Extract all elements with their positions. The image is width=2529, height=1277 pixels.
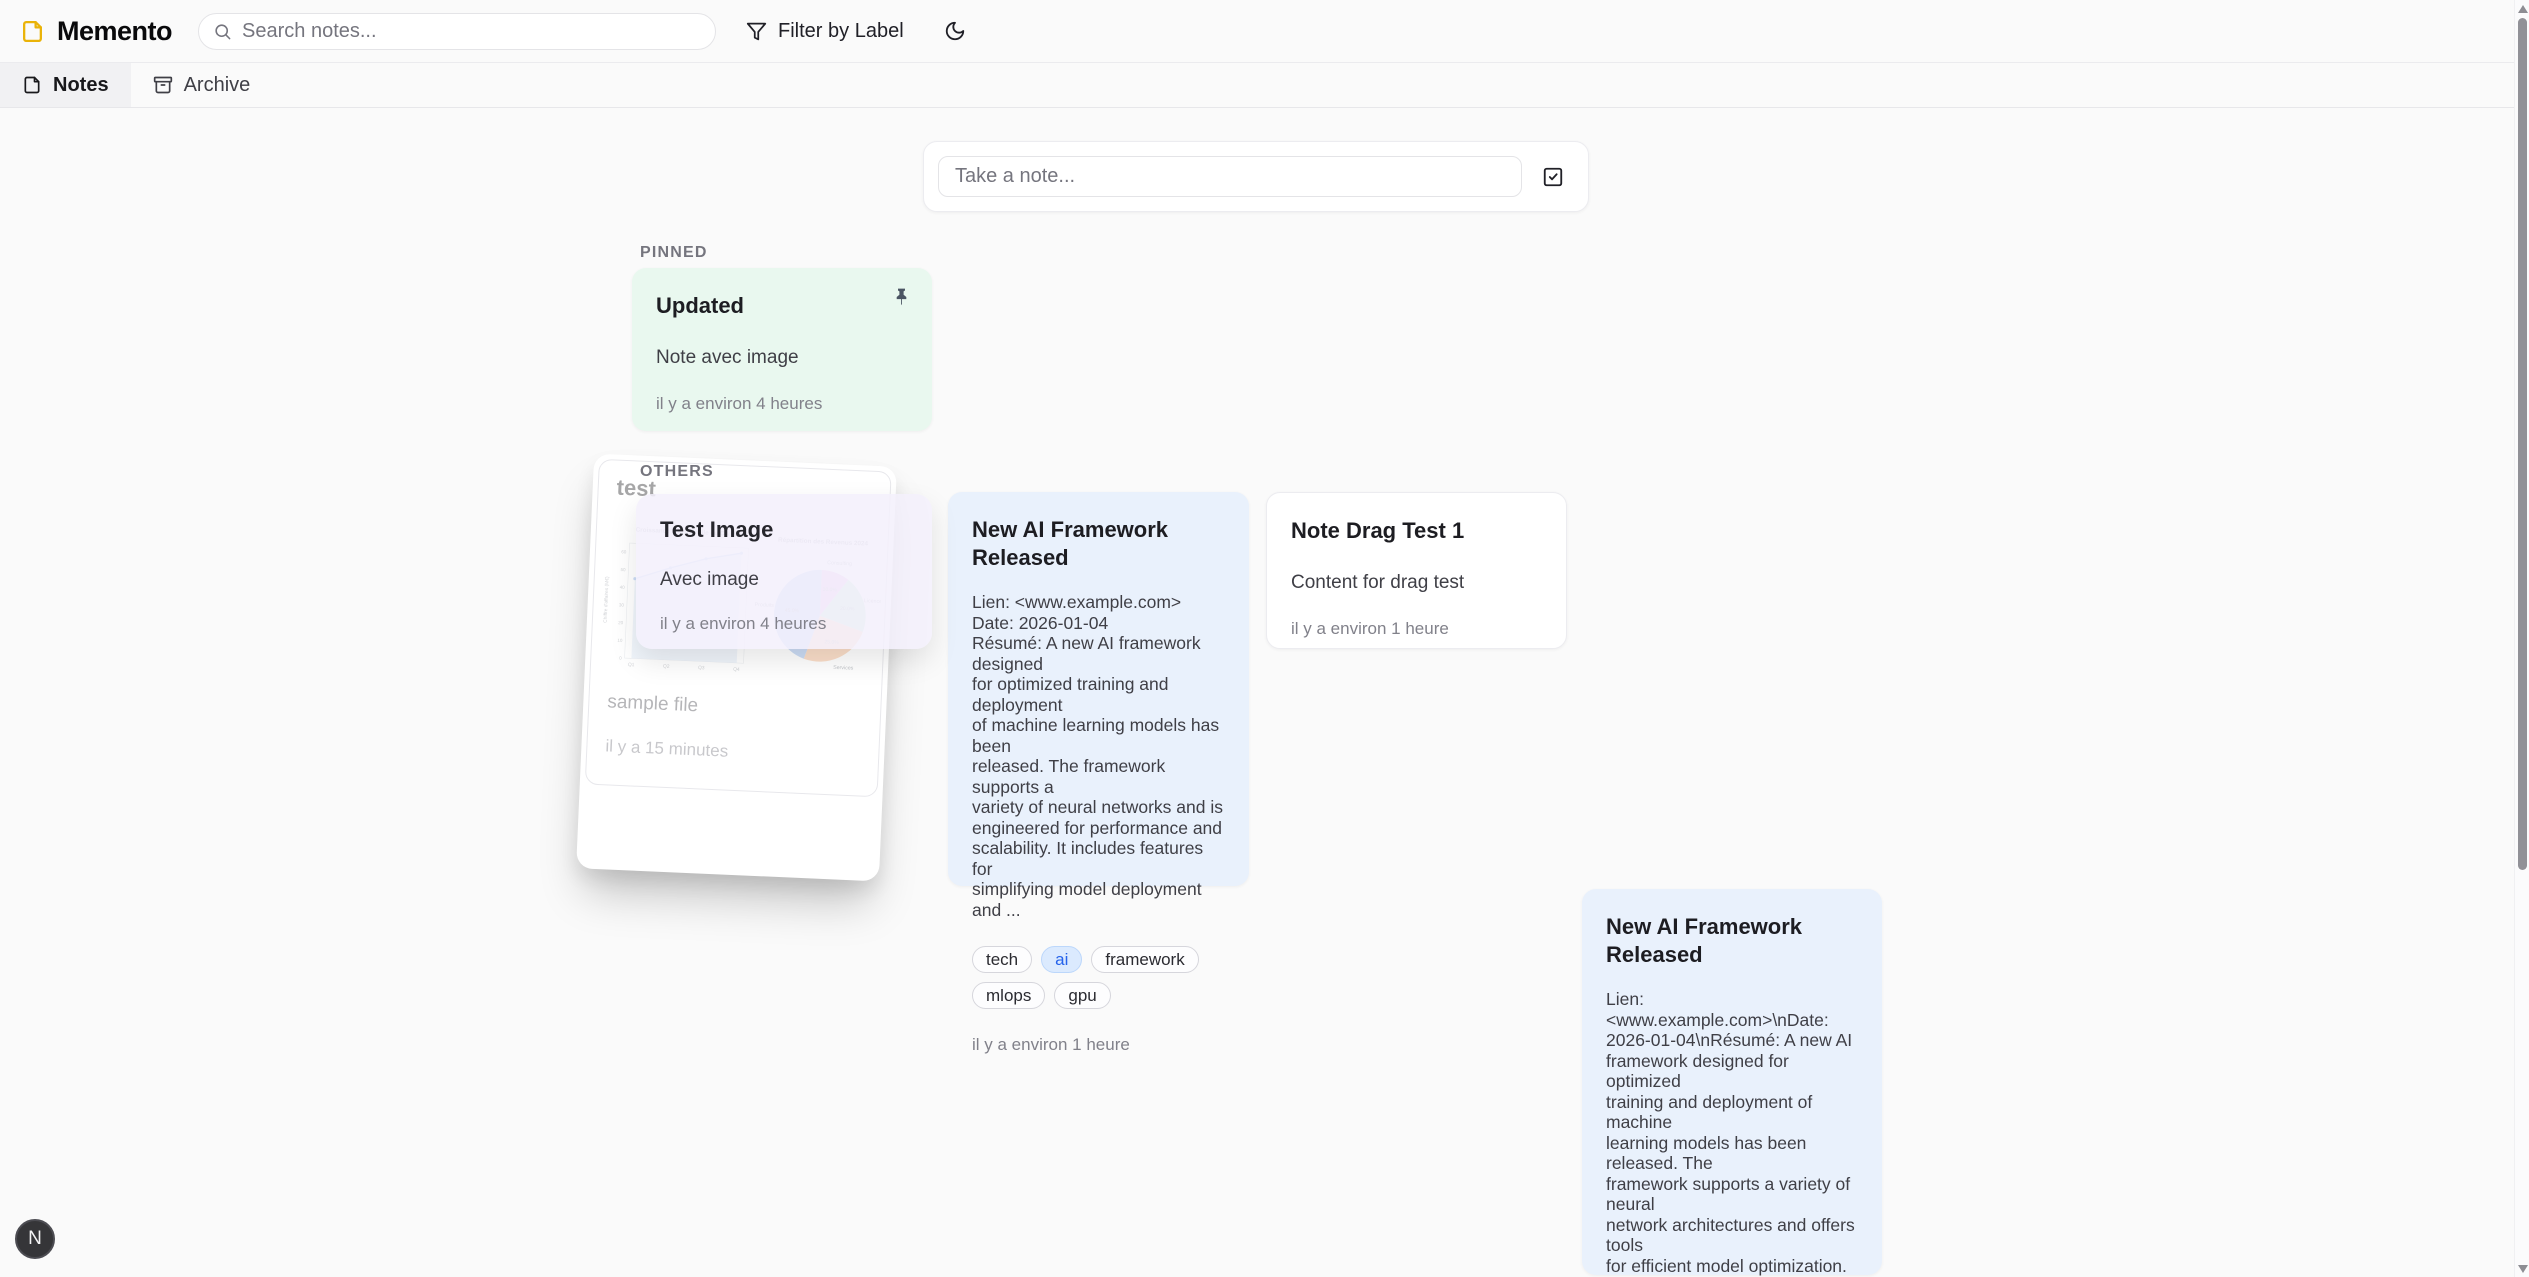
take-a-note-input[interactable]: Take a note... xyxy=(938,156,1522,197)
filter-icon xyxy=(746,21,767,42)
pinned-note-card[interactable]: Updated Note avec image il y a environ 4… xyxy=(632,268,932,431)
pin-icon[interactable] xyxy=(891,286,912,307)
drag-overlay-card[interactable]: Test Image Avec image il y a environ 4 h… xyxy=(636,494,932,649)
note-content: Lien: <www.example.com> Date: 2026-01-04… xyxy=(972,592,1225,920)
tag-row: techai framework mlops gpu xyxy=(972,946,1225,1009)
note-content: Lien: <www.example.com>\nDate: 2026-01-0… xyxy=(1606,989,1858,1277)
svg-text:0: 0 xyxy=(619,656,622,661)
svg-text:Q2: Q2 xyxy=(663,664,670,670)
scrollbar-thumb[interactable] xyxy=(2518,18,2527,870)
user-avatar[interactable]: N xyxy=(15,1219,55,1259)
check-square-icon xyxy=(1542,166,1564,188)
tag-mlops[interactable]: mlops xyxy=(972,982,1045,1009)
note-title: Updated xyxy=(656,292,908,320)
svg-text:30: 30 xyxy=(619,602,625,607)
svg-text:20: 20 xyxy=(618,620,624,625)
checklist-toggle-button[interactable] xyxy=(1536,160,1570,194)
note-content: Note avec image xyxy=(656,346,908,370)
svg-text:10: 10 xyxy=(617,638,623,643)
note-title: Test Image xyxy=(660,516,908,544)
svg-text:Q4: Q4 xyxy=(733,667,740,673)
svg-text:Q1: Q1 xyxy=(628,662,635,668)
note-timestamp: il y a environ 4 heures xyxy=(660,614,908,634)
tag-framework[interactable]: framework xyxy=(1091,946,1198,973)
note-timestamp: il y a environ 1 heure xyxy=(972,1035,1225,1055)
note-title: Note Drag Test 1 xyxy=(1291,517,1542,545)
tab-archive[interactable]: Archive xyxy=(131,63,273,107)
ai-framework-note-card[interactable]: New AI Framework Released Lien: <www.exa… xyxy=(948,492,1249,886)
tag-ai[interactable]: ai xyxy=(1041,946,1082,973)
search-placeholder: Search notes... xyxy=(242,20,377,43)
svg-text:Chiffre d'affaires (M€): Chiffre d'affaires (M€) xyxy=(603,576,611,623)
note-timestamp: il y a 15 minutes xyxy=(605,736,861,767)
drag-test-note-card[interactable]: Note Drag Test 1 Content for drag test i… xyxy=(1266,492,1567,649)
archive-icon xyxy=(153,75,173,95)
note-title: New AI Framework Released xyxy=(972,516,1225,572)
tag-gpu[interactable]: gpu xyxy=(1054,982,1110,1009)
scrollbar-up-arrow[interactable] xyxy=(2518,5,2528,13)
dark-mode-toggle[interactable] xyxy=(936,12,974,50)
svg-text:Services: Services xyxy=(833,665,854,672)
note-content: sample file xyxy=(607,690,863,725)
vertical-scrollbar[interactable] xyxy=(2514,0,2529,1277)
search-icon xyxy=(213,22,232,41)
note-logo-icon xyxy=(20,19,45,44)
svg-text:60: 60 xyxy=(621,549,627,554)
scrollbar-down-arrow[interactable] xyxy=(2518,1265,2528,1273)
svg-text:40: 40 xyxy=(620,585,626,590)
tab-bar: Notes Archive xyxy=(0,63,2529,108)
search-input[interactable]: Search notes... xyxy=(198,13,716,50)
note-composer: Take a note... xyxy=(923,141,1589,212)
ai-framework-note-card-copy[interactable]: New AI Framework Released Lien: <www.exa… xyxy=(1582,889,1882,1275)
pinned-section-label: PINNED xyxy=(640,244,708,262)
filter-label: Filter by Label xyxy=(778,20,904,43)
tab-notes-label: Notes xyxy=(53,74,109,97)
composer-placeholder: Take a note... xyxy=(955,165,1075,188)
note-timestamp: il y a environ 4 heures xyxy=(656,394,908,414)
note-content: Avec image xyxy=(660,568,908,592)
tab-notes[interactable]: Notes xyxy=(0,63,131,107)
filter-by-label-button[interactable]: Filter by Label xyxy=(732,12,918,51)
note-timestamp: il y a environ 1 heure xyxy=(1291,619,1542,639)
others-section-label: OTHERS xyxy=(640,463,714,481)
moon-icon xyxy=(944,20,966,42)
note-title: New AI Framework Released xyxy=(1606,913,1858,969)
tab-archive-label: Archive xyxy=(184,74,251,97)
svg-text:50: 50 xyxy=(620,567,626,572)
avatar-initial: N xyxy=(28,1228,42,1250)
note-content: Content for drag test xyxy=(1291,571,1542,595)
svg-text:Q3: Q3 xyxy=(698,665,705,671)
app-logo: Memento xyxy=(20,16,172,47)
app-title: Memento xyxy=(57,16,172,47)
app-header: Memento Search notes... Filter by Label xyxy=(0,0,2529,63)
tag-tech[interactable]: tech xyxy=(972,946,1032,973)
note-file-icon xyxy=(22,75,42,95)
